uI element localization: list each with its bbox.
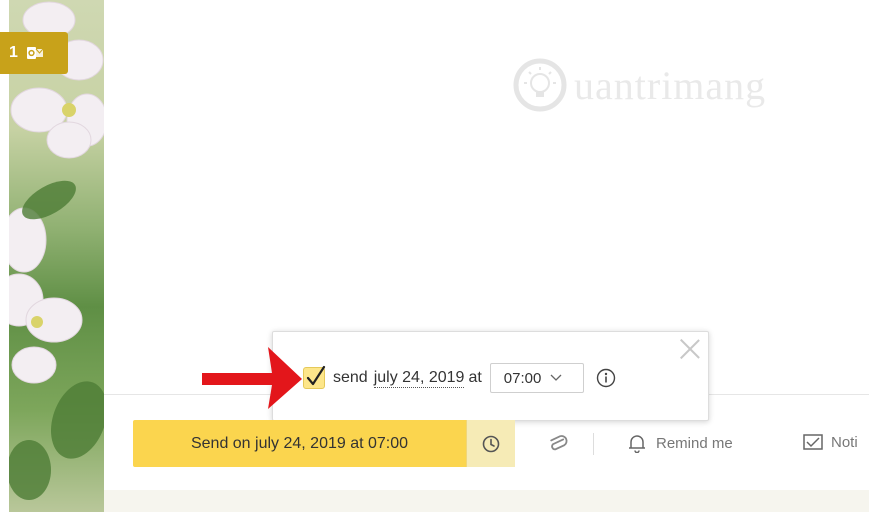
background-flower-image (9, 0, 104, 512)
flower-artwork (9, 1, 104, 500)
watermark: uantrimang (512, 50, 832, 120)
time-value: 07:00 (503, 369, 542, 387)
badge-count: 1 (9, 44, 18, 61)
schedule-send-popup: send july 24, 2019 at 07:00 (272, 331, 709, 421)
outlook-badge[interactable]: 1 (0, 32, 68, 74)
notify-label: Noti (831, 433, 858, 451)
remind-me-button[interactable]: Remind me (628, 433, 733, 453)
clock-icon (482, 435, 500, 452)
compose-footer (104, 490, 869, 512)
notify-button[interactable]: Noti (803, 433, 858, 451)
bell-icon (629, 435, 645, 453)
time-select[interactable]: 07:00 (489, 363, 584, 393)
red-arrow-annotation (202, 347, 302, 409)
schedule-row: send july 24, 2019 at 07:00 (303, 363, 616, 393)
watermark-text: uantrimang (574, 62, 767, 108)
scheduled-send-button[interactable]: Send on july 24, 2019 at 07:00 (133, 420, 466, 467)
send-label: send (333, 369, 368, 386)
close-icon[interactable] (680, 338, 700, 358)
date-picker-link[interactable]: july 24, 2019 (373, 369, 465, 388)
info-icon[interactable] (596, 368, 616, 388)
at-label: at (468, 369, 482, 386)
lightbulb-logo-icon (513, 58, 567, 112)
outlook-icon (26, 45, 44, 61)
paperclip-icon[interactable] (546, 433, 570, 457)
envelope-check-icon (803, 434, 823, 450)
toolbar-separator (593, 433, 594, 455)
checkmark-icon (306, 365, 326, 386)
schedule-checkbox[interactable] (303, 365, 326, 389)
remind-me-label: Remind me (656, 434, 733, 452)
schedule-clock-button[interactable] (466, 420, 515, 467)
chevron-down-icon (550, 374, 562, 381)
